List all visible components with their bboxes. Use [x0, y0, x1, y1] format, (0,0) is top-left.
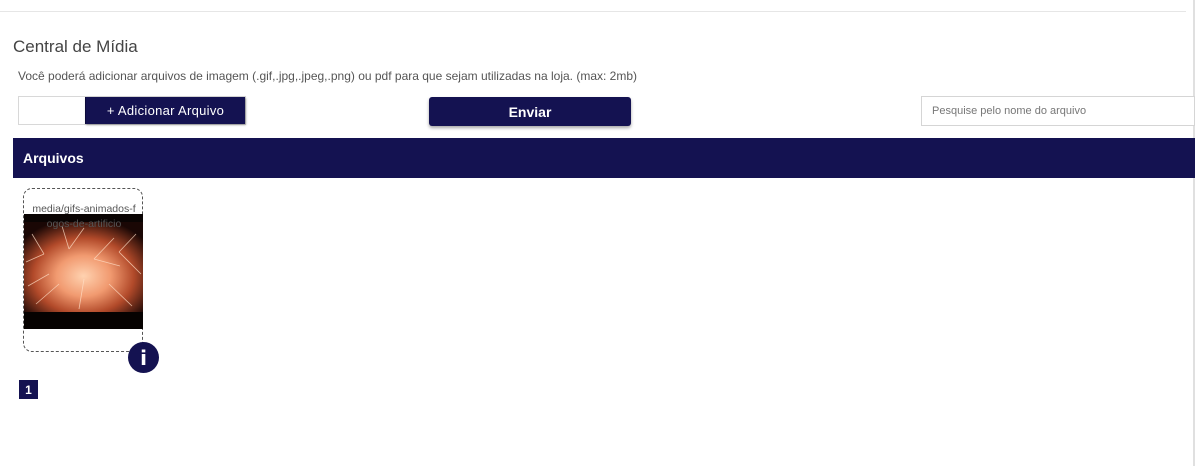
- search-input[interactable]: [921, 96, 1195, 126]
- file-name: media/gifs-animados-fogos-de-artificio: [32, 203, 136, 230]
- add-file-button[interactable]: + Adicionar Arquivo: [85, 97, 245, 124]
- top-divider: [0, 11, 1186, 12]
- page-description: Você poderá adicionar arquivos de imagem…: [18, 69, 638, 83]
- page-title: Central de Mídia: [13, 37, 138, 56]
- pagination-page-1[interactable]: 1: [19, 380, 38, 399]
- files-section-header: Arquivos: [13, 138, 1195, 178]
- send-button[interactable]: Enviar: [429, 97, 631, 126]
- file-card[interactable]: media/gifs-animados-fogos-de-artificio i: [23, 188, 159, 373]
- info-icon[interactable]: i: [128, 342, 159, 373]
